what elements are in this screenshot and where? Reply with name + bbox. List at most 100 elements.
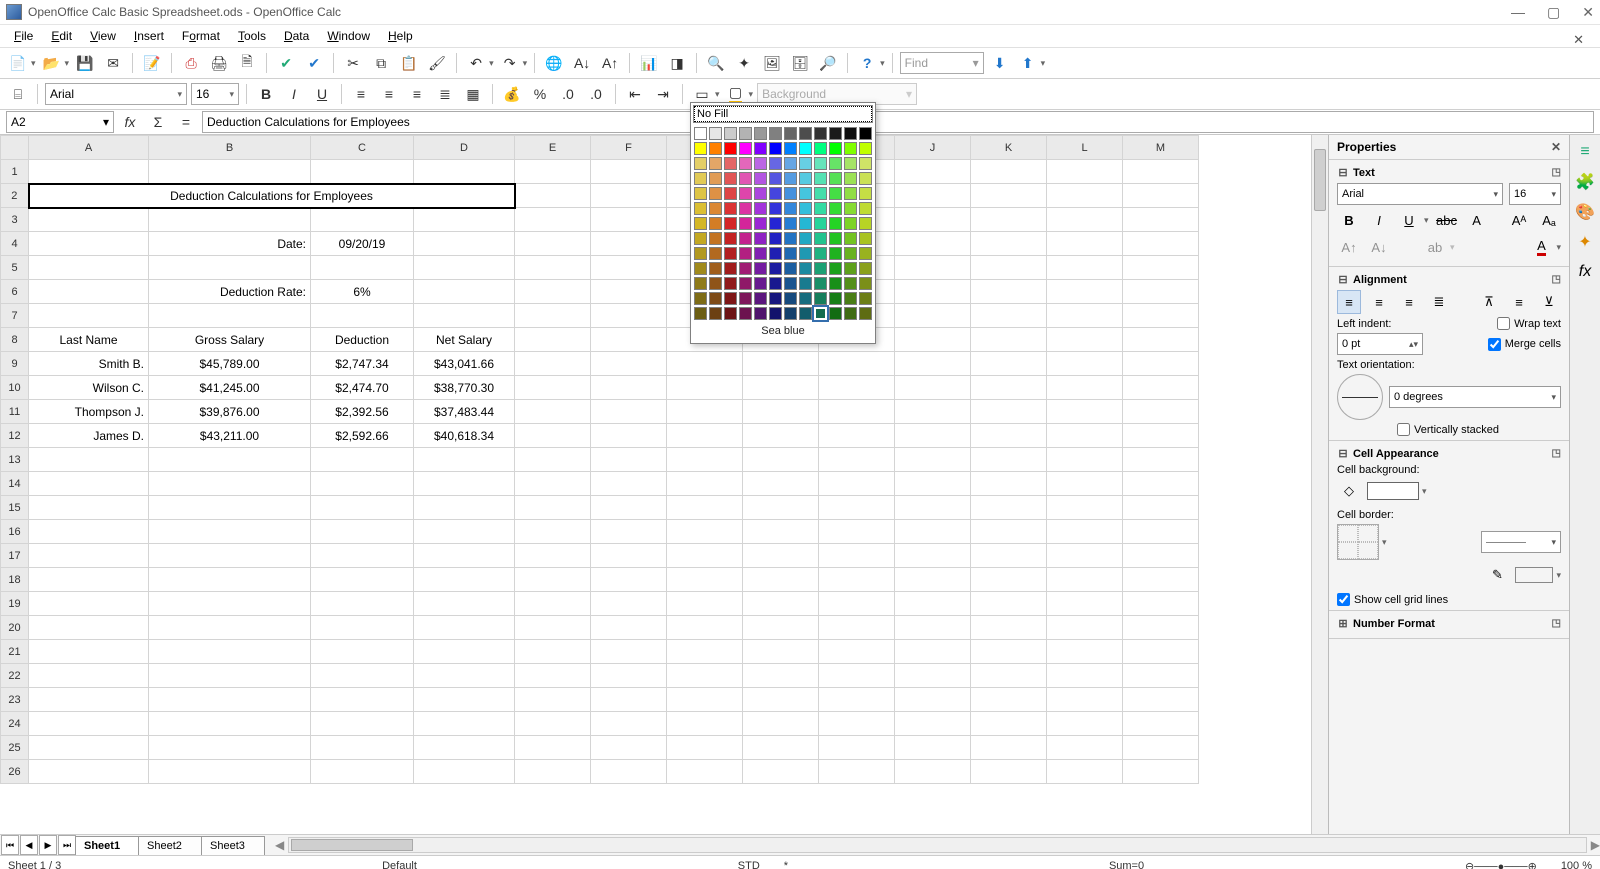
cell[interactable] (1047, 352, 1123, 376)
cell[interactable] (667, 544, 743, 568)
cell[interactable] (971, 712, 1047, 736)
cell[interactable] (1047, 544, 1123, 568)
sidebar-size-combo[interactable]: 16▾ (1509, 183, 1561, 205)
cell[interactable] (515, 568, 591, 592)
color-swatch[interactable] (859, 187, 872, 200)
zoom-icon[interactable]: 🔎 (816, 51, 840, 75)
cell[interactable] (29, 232, 149, 256)
color-swatch[interactable] (829, 262, 842, 275)
sb-fontcolor-icon[interactable]: A (1529, 235, 1553, 259)
toolbar-overflow-icon[interactable]: ▾ (880, 58, 885, 69)
color-swatch[interactable] (844, 277, 857, 290)
cell[interactable] (311, 712, 414, 736)
color-swatch[interactable] (739, 172, 752, 185)
cell[interactable] (149, 568, 311, 592)
cell[interactable] (1123, 736, 1199, 760)
gridlines-checkbox[interactable]: Show cell grid lines (1337, 593, 1561, 606)
color-swatch[interactable] (784, 142, 797, 155)
cell[interactable] (1123, 424, 1199, 448)
color-swatch[interactable] (844, 142, 857, 155)
cell[interactable] (29, 712, 149, 736)
color-swatch[interactable] (739, 127, 752, 140)
paste-icon[interactable]: 📋 (397, 51, 421, 75)
cell[interactable] (667, 736, 743, 760)
cell[interactable] (29, 448, 149, 472)
cell[interactable] (1047, 232, 1123, 256)
find-next-icon[interactable]: ⬇ (988, 51, 1012, 75)
cell[interactable]: James D. (29, 424, 149, 448)
cell[interactable] (591, 400, 667, 424)
sb-underline-icon[interactable]: U (1397, 208, 1421, 232)
open-icon[interactable]: 📂 (40, 51, 64, 75)
format-paintbrush-icon[interactable]: 🖌 (425, 51, 449, 75)
merge-cells-checkbox[interactable]: Merge cells (1488, 338, 1561, 351)
cell[interactable] (414, 448, 515, 472)
cell[interactable] (414, 160, 515, 184)
cell[interactable] (971, 664, 1047, 688)
color-swatch[interactable] (694, 172, 707, 185)
cell[interactable]: $2,592.66 (311, 424, 414, 448)
cell[interactable] (895, 160, 971, 184)
cell[interactable] (1047, 448, 1123, 472)
cell[interactable] (149, 160, 311, 184)
color-swatch[interactable] (709, 157, 722, 170)
color-swatch[interactable] (739, 217, 752, 230)
autospell-icon[interactable]: ✔ (302, 51, 326, 75)
menu-edit[interactable]: Edit (43, 27, 80, 45)
cell[interactable] (895, 328, 971, 352)
cell[interactable] (819, 400, 895, 424)
decrease-indent-icon[interactable]: ⇤ (623, 82, 647, 106)
cell[interactable] (311, 688, 414, 712)
cell[interactable] (1047, 304, 1123, 328)
cell[interactable] (667, 448, 743, 472)
cell[interactable] (1047, 496, 1123, 520)
cell[interactable] (819, 424, 895, 448)
cell[interactable] (29, 280, 149, 304)
cell[interactable]: $43,211.00 (149, 424, 311, 448)
color-swatch[interactable] (739, 247, 752, 260)
color-swatch[interactable] (709, 262, 722, 275)
datasources-icon[interactable]: 🗄 (788, 51, 812, 75)
cell[interactable] (971, 376, 1047, 400)
al-justify-icon[interactable]: ≣ (1427, 290, 1451, 314)
sheet-tab-3[interactable]: Sheet3 (201, 836, 265, 855)
cell[interactable]: Date: (149, 232, 311, 256)
save-icon[interactable]: 💾 (73, 51, 97, 75)
cell[interactable] (743, 568, 819, 592)
cell[interactable] (414, 592, 515, 616)
cell[interactable] (311, 592, 414, 616)
cell[interactable] (515, 376, 591, 400)
sb-highlight-icon[interactable]: ab (1423, 235, 1447, 259)
cell[interactable] (1123, 280, 1199, 304)
cell[interactable] (591, 664, 667, 688)
cell[interactable] (149, 760, 311, 784)
equals-icon[interactable]: = (174, 110, 198, 134)
cell[interactable] (591, 688, 667, 712)
color-swatch[interactable] (769, 247, 782, 260)
cell[interactable] (971, 160, 1047, 184)
color-swatch[interactable] (724, 142, 737, 155)
color-swatch[interactable] (784, 277, 797, 290)
cell[interactable] (414, 472, 515, 496)
color-swatch[interactable] (784, 292, 797, 305)
color-swatch[interactable] (829, 307, 842, 320)
color-swatch[interactable] (754, 262, 767, 275)
color-swatch[interactable] (814, 142, 827, 155)
section-alignment-label[interactable]: Alignment (1353, 274, 1407, 286)
cell[interactable] (591, 280, 667, 304)
al-middle-icon[interactable]: ≡ (1507, 290, 1531, 314)
color-swatch[interactable] (844, 292, 857, 305)
cell[interactable] (515, 160, 591, 184)
cell[interactable] (971, 688, 1047, 712)
cell[interactable] (1047, 760, 1123, 784)
cell[interactable] (667, 616, 743, 640)
color-swatch[interactable] (769, 232, 782, 245)
color-swatch[interactable] (814, 172, 827, 185)
increase-indent-icon[interactable]: ⇥ (651, 82, 675, 106)
border-line-style[interactable]: ▾ (1481, 531, 1561, 553)
cell[interactable] (971, 592, 1047, 616)
cell[interactable] (29, 760, 149, 784)
color-swatch[interactable] (709, 277, 722, 290)
status-style[interactable]: Default (382, 860, 417, 869)
color-swatch[interactable] (769, 277, 782, 290)
